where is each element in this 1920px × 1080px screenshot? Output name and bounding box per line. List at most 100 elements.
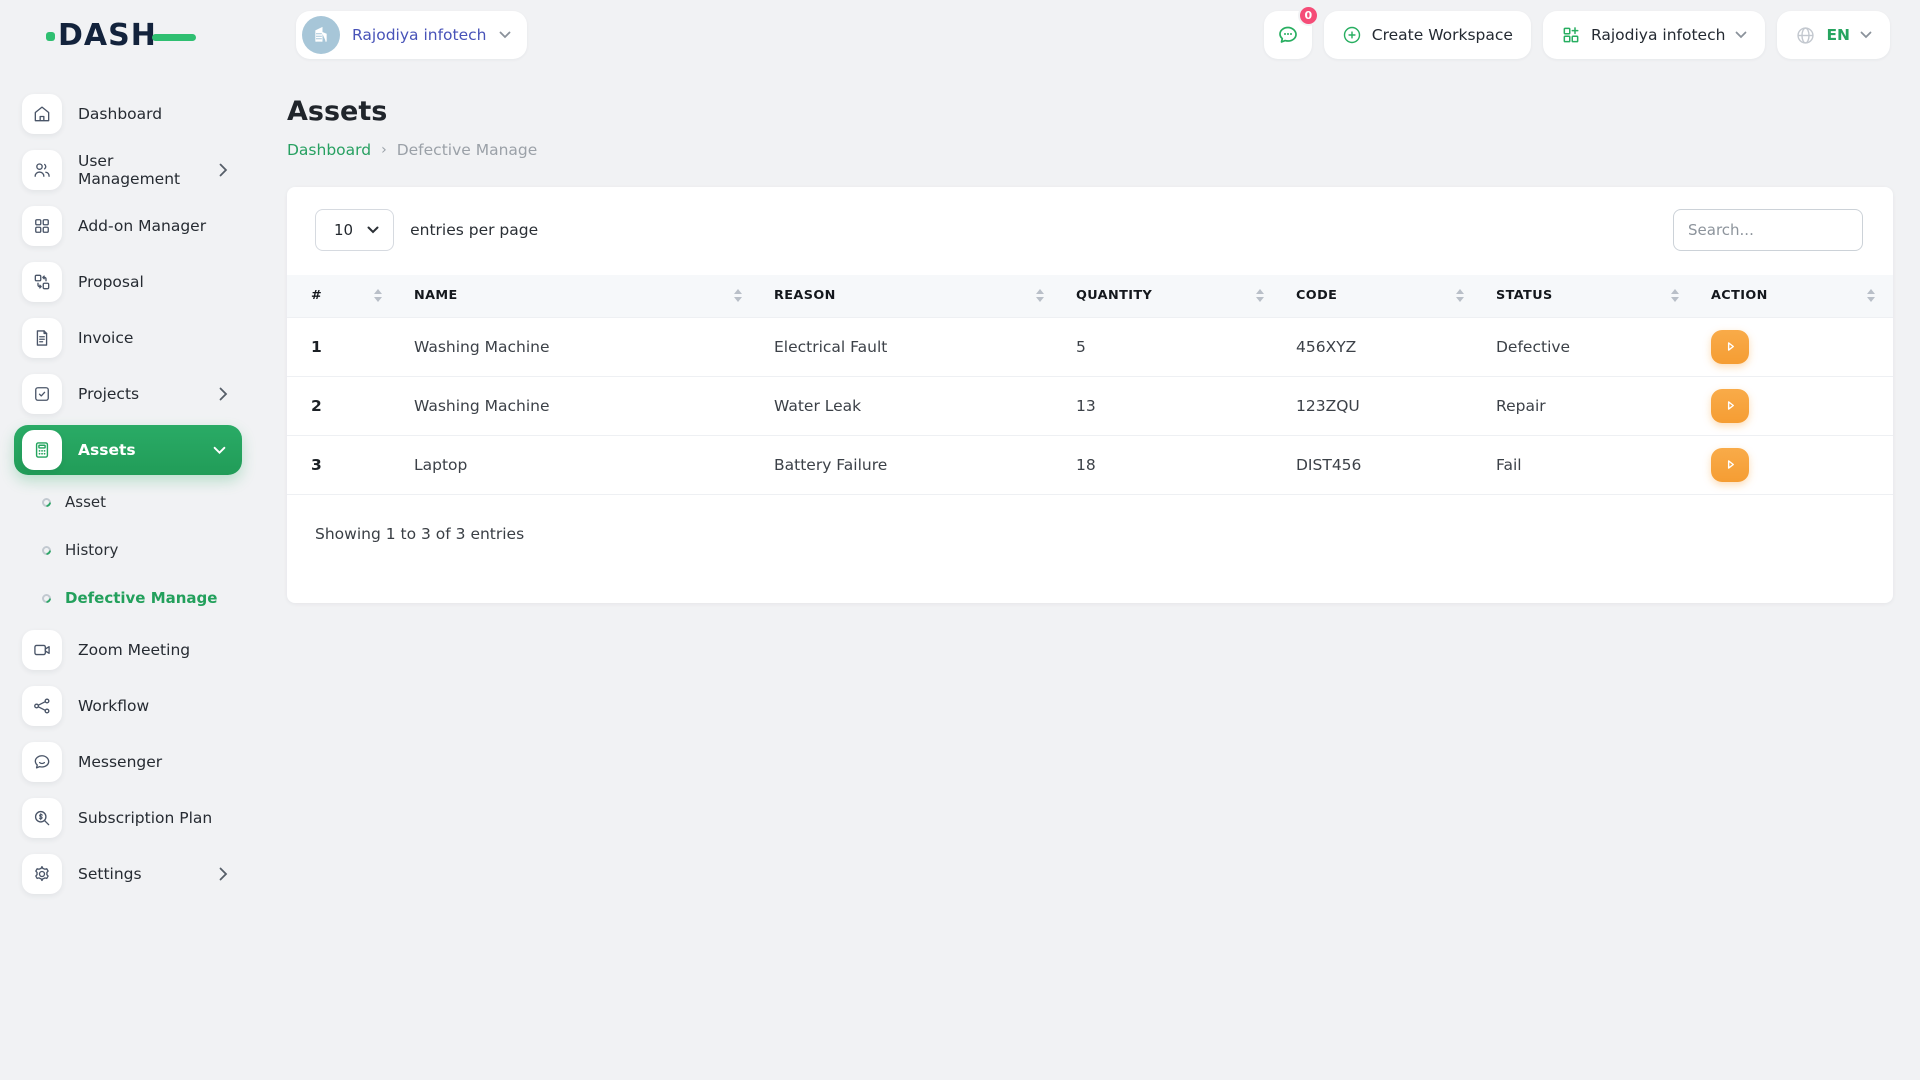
sidebar-item-user-management[interactable]: User Management xyxy=(0,142,260,198)
sidebar-item-label: Zoom Meeting xyxy=(78,641,191,659)
chat-bubble-icon xyxy=(1278,26,1297,43)
topbar-right: 0 Create Workspace Rajodiya infotech EN xyxy=(1263,5,1890,59)
cell-name: Laptop xyxy=(400,435,760,495)
submenu-item-label: History xyxy=(65,541,119,559)
caret-right-icon xyxy=(1727,342,1734,351)
grid-plus-icon xyxy=(1563,27,1579,43)
cell-action xyxy=(1697,316,1893,377)
plus-circle-icon xyxy=(1343,26,1360,44)
bullet-icon xyxy=(40,495,53,509)
sort-icon[interactable] xyxy=(1256,289,1264,303)
app-root: DASH Rajodiya infotech 0 Create Workspac… xyxy=(0,0,1920,1080)
chevron-right-icon xyxy=(219,867,228,881)
cell-code: 123ZQU xyxy=(1282,376,1482,436)
sidebar-item-proposal[interactable]: Proposal xyxy=(0,254,260,310)
view-action-button[interactable] xyxy=(1711,447,1749,482)
cell-action xyxy=(1697,435,1893,495)
defective-assets-table: # NAME REASON QUANTITY CODE STATUS ACTIO… xyxy=(287,275,1893,495)
sidebar-item-addon-manager[interactable]: Add-on Manager xyxy=(0,198,260,254)
submenu-item-label: Asset xyxy=(65,493,107,511)
sidebar-item-messenger[interactable]: Messenger xyxy=(0,734,260,790)
submenu-item-asset[interactable]: Asset xyxy=(0,478,260,526)
sidebar-item-dashboard[interactable]: Dashboard xyxy=(0,86,260,142)
search-input[interactable] xyxy=(1673,209,1863,251)
sidebar-item-zoom-meeting[interactable]: Zoom Meeting xyxy=(0,622,260,678)
sort-icon[interactable] xyxy=(1867,289,1875,303)
sidebar-item-projects[interactable]: Projects xyxy=(0,366,260,422)
language-selector[interactable]: EN xyxy=(1777,11,1890,59)
table-row: 2 Washing Machine Water Leak 13 123ZQU R… xyxy=(287,376,1893,436)
users-icon xyxy=(22,150,62,190)
sort-icon[interactable] xyxy=(1456,289,1464,303)
sort-icon[interactable] xyxy=(1036,289,1044,303)
chevron-right-icon xyxy=(219,387,228,401)
column-header-reason[interactable]: REASON xyxy=(760,275,1062,317)
cell-quantity: 5 xyxy=(1062,316,1282,377)
submenu-item-defective-manage[interactable]: Defective Manage xyxy=(0,574,260,622)
sort-icon[interactable] xyxy=(734,289,742,303)
column-header-action[interactable]: ACTION xyxy=(1697,275,1893,317)
create-workspace-button[interactable]: Create Workspace xyxy=(1323,11,1531,59)
cell-status: Fail xyxy=(1482,435,1697,495)
sort-icon[interactable] xyxy=(1671,289,1679,303)
column-header-status[interactable]: STATUS xyxy=(1482,275,1697,317)
breadcrumb-dashboard-link[interactable]: Dashboard xyxy=(287,141,371,159)
cell-num: 1 xyxy=(287,316,400,377)
entries-per-page-value: 10 xyxy=(334,221,354,239)
chevron-down-icon xyxy=(1736,31,1747,39)
sidebar-item-label: Assets xyxy=(78,441,136,459)
cell-quantity: 13 xyxy=(1062,376,1282,436)
chevron-down-icon xyxy=(367,226,379,234)
cell-status: Defective xyxy=(1482,316,1697,377)
cell-name: Washing Machine xyxy=(400,316,760,377)
table-footer-summary: Showing 1 to 3 of 3 entries xyxy=(315,524,525,543)
column-header-code[interactable]: CODE xyxy=(1282,275,1482,317)
sidebar-item-label: Invoice xyxy=(78,329,134,347)
page-header: Assets Dashboard › Defective Manage xyxy=(260,70,1920,159)
view-action-button[interactable] xyxy=(1711,388,1749,423)
table-card: 10 entries per page # xyxy=(287,187,1893,603)
video-camera-icon xyxy=(22,630,62,670)
sidebar-item-assets[interactable]: Assets xyxy=(14,425,242,475)
proposal-icon xyxy=(22,262,62,302)
sidebar-item-subscription-plan[interactable]: Subscription Plan xyxy=(0,790,260,846)
create-workspace-label: Create Workspace xyxy=(1371,26,1513,44)
table-controls: 10 entries per page xyxy=(287,187,1893,275)
caret-right-icon xyxy=(1727,460,1734,469)
workspace-menu[interactable]: Rajodiya infotech xyxy=(1542,11,1766,59)
workspace-avatar xyxy=(302,16,340,54)
workspace-switcher[interactable]: Rajodiya infotech xyxy=(296,11,527,59)
column-header-name[interactable]: NAME xyxy=(400,275,760,317)
sidebar-item-settings[interactable]: Settings xyxy=(0,846,260,902)
notifications-badge: 0 xyxy=(1297,5,1319,26)
cell-reason: Electrical Fault xyxy=(760,316,1062,377)
globe-icon xyxy=(1797,26,1815,44)
cell-code: 456XYZ xyxy=(1282,316,1482,377)
language-label: EN xyxy=(1826,26,1850,44)
brand-logo[interactable]: DASH xyxy=(46,18,208,53)
cell-quantity: 18 xyxy=(1062,435,1282,495)
caret-right-icon xyxy=(1727,401,1734,410)
entries-per-page-select[interactable]: 10 xyxy=(315,209,395,251)
invoice-icon xyxy=(22,318,62,358)
messages-button[interactable]: 0 xyxy=(1263,5,1319,59)
sidebar-item-invoice[interactable]: Invoice xyxy=(0,310,260,366)
sidebar-item-workflow[interactable]: Workflow xyxy=(0,678,260,734)
column-header-quantity[interactable]: QUANTITY xyxy=(1062,275,1282,317)
submenu-item-history[interactable]: History xyxy=(0,526,260,574)
cell-num: 3 xyxy=(287,435,400,495)
cell-status: Repair xyxy=(1482,376,1697,436)
table-row: 3 Laptop Battery Failure 18 DIST456 Fail xyxy=(287,435,1893,495)
gear-icon xyxy=(22,854,62,894)
messenger-icon xyxy=(22,742,62,782)
main-content: Assets Dashboard › Defective Manage 10 e… xyxy=(260,70,1920,603)
chevron-right-icon xyxy=(219,163,228,177)
sidebar-item-label: Proposal xyxy=(78,273,144,291)
column-header-num[interactable]: # xyxy=(287,275,400,317)
submenu-item-label: Defective Manage xyxy=(65,589,218,607)
breadcrumb: Dashboard › Defective Manage xyxy=(287,141,1893,159)
view-action-button[interactable] xyxy=(1711,329,1749,364)
sort-icon[interactable] xyxy=(374,289,382,303)
check-square-icon xyxy=(22,374,62,414)
home-icon xyxy=(22,94,62,134)
